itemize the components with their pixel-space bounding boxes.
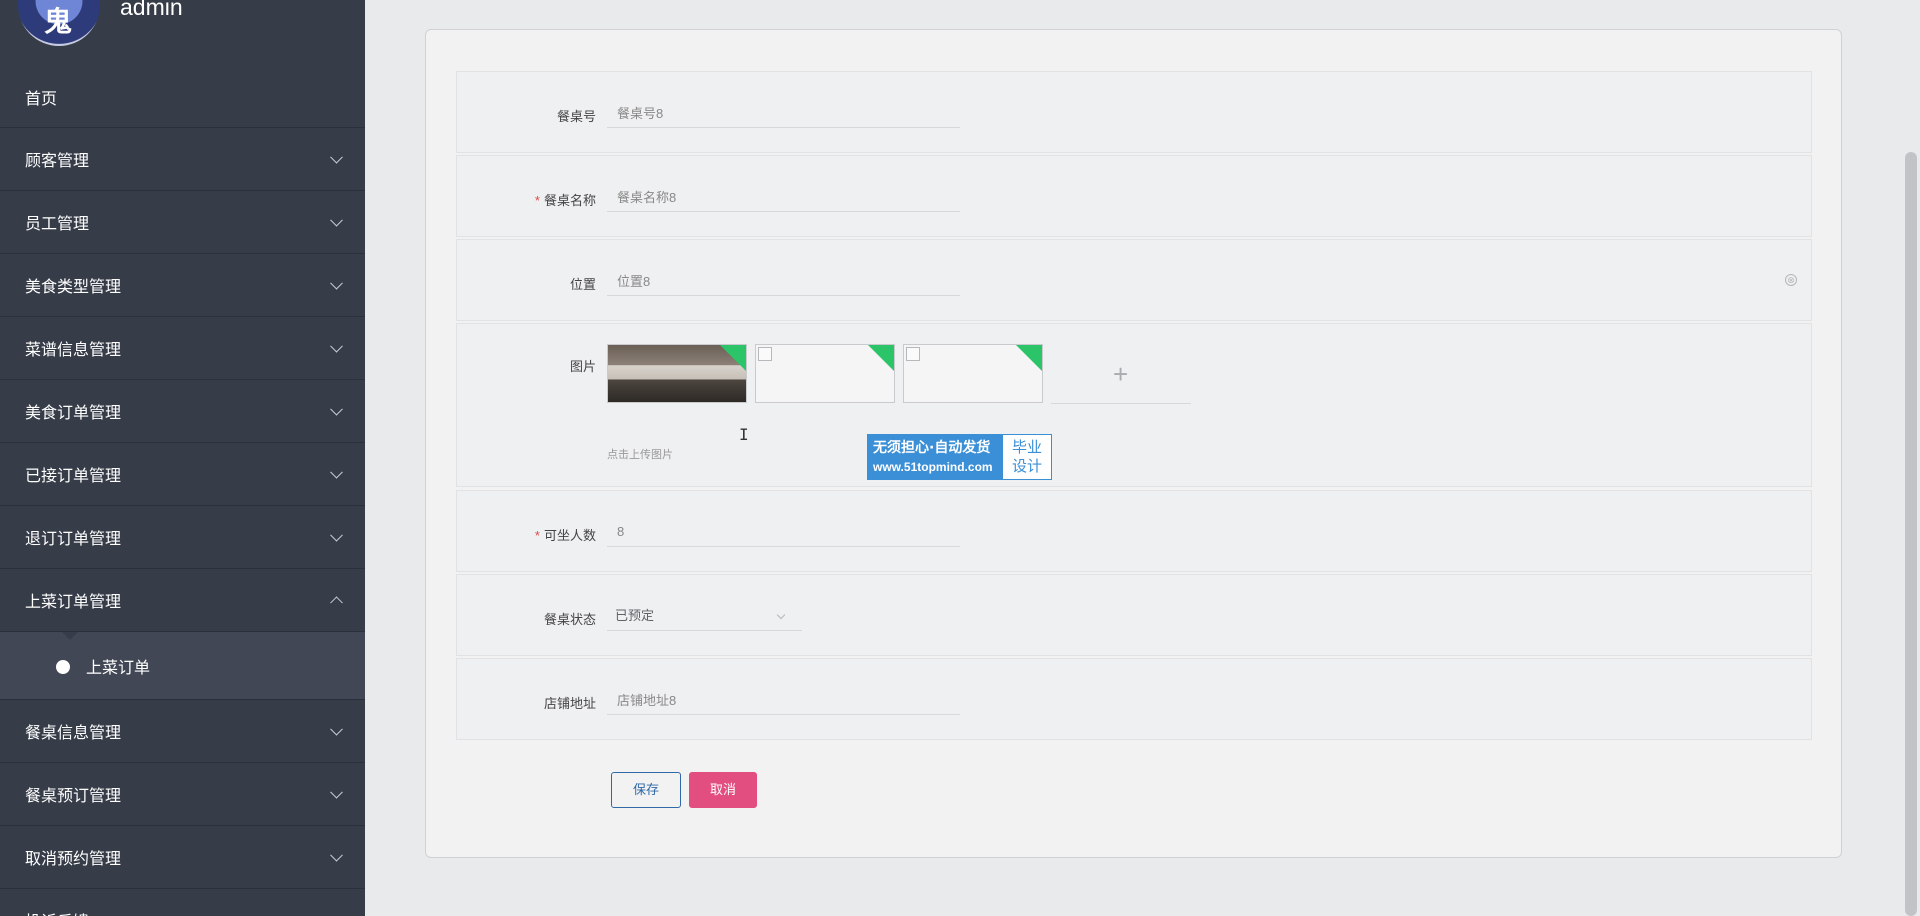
watermark-line1: 无须担心·自动发货	[873, 440, 991, 456]
watermark-right1: 毕业	[1011, 438, 1042, 456]
form-card: 餐桌号 *餐桌名称 位置 ⊗ 图片	[425, 29, 1842, 858]
sidebar-item-cancelled-orders[interactable]: 退订订单管理	[0, 506, 365, 569]
sidebar-item-label: 投诉反馈	[25, 908, 89, 916]
field-label: 餐桌状态	[543, 612, 596, 627]
seats-input[interactable]	[607, 517, 960, 547]
field-label: 店铺地址	[543, 696, 596, 711]
main-content: 餐桌号 *餐桌名称 位置 ⊗ 图片	[365, 0, 1920, 916]
chevron-down-icon	[330, 848, 343, 862]
status-select-value: 已预定	[615, 608, 655, 623]
sidebar-item-customers[interactable]: 顾客管理	[0, 128, 365, 191]
address-input[interactable]	[607, 685, 960, 715]
corner-badge-icon	[868, 345, 894, 371]
watermark-line2: www.51topmind.com	[873, 460, 993, 474]
chevron-down-icon	[776, 610, 786, 620]
user-profile: 鬼 admin	[0, 0, 365, 60]
sidebar-item-food-types[interactable]: 美食类型管理	[0, 254, 365, 317]
chevron-down-icon	[330, 911, 343, 916]
field-label-text: 可坐人数	[543, 528, 596, 543]
chevron-down-icon	[330, 785, 343, 799]
position-input[interactable]	[607, 266, 960, 296]
dot-icon	[56, 660, 70, 674]
plus-icon: +	[1113, 359, 1129, 389]
table-no-input[interactable]	[607, 98, 960, 128]
sidebar-item-label: 退订订单管理	[25, 531, 122, 548]
chevron-down-icon	[330, 150, 343, 164]
chevron-down-icon	[330, 465, 343, 479]
watermark-left: 无须担心·自动发货 www.51topmind.com	[868, 435, 1003, 479]
scrollbar[interactable]	[1902, 0, 1920, 916]
form-row-position: 位置 ⊗	[456, 239, 1812, 321]
sidebar-item-label: 餐桌信息管理	[25, 725, 122, 742]
sidebar-item-label: 菜谱信息管理	[25, 342, 122, 359]
required-mark: *	[534, 528, 540, 543]
upload-add-button[interactable]: +	[1051, 344, 1191, 404]
field-label-text: 餐桌名称	[543, 193, 596, 208]
image-thumbnail[interactable]	[755, 344, 895, 403]
table-name-input[interactable]	[607, 182, 960, 212]
caret-icon	[62, 632, 78, 640]
username: admin	[120, 0, 183, 20]
watermark-banner: 无须担心·自动发货 www.51topmind.com 毕业 设计	[867, 434, 1052, 480]
form-row-status: 餐桌状态 已预定	[456, 574, 1812, 656]
sidebar-item-label: 已接订单管理	[25, 468, 122, 485]
sidebar-item-label: 美食订单管理	[25, 405, 122, 422]
submenu-item-served-orders[interactable]: 上菜订单	[0, 632, 365, 700]
image-thumbnail[interactable]	[903, 344, 1043, 403]
sidebar-item-recipes[interactable]: 菜谱信息管理	[0, 317, 365, 380]
broken-image-icon	[906, 347, 920, 361]
chevron-down-icon	[330, 402, 343, 416]
sidebar-item-staff[interactable]: 员工管理	[0, 191, 365, 254]
required-mark: *	[534, 193, 540, 208]
status-select[interactable]: 已预定	[607, 601, 802, 631]
watermark-right: 毕业 设计	[1003, 435, 1051, 479]
field-label: * 餐桌名称	[535, 190, 596, 209]
chevron-down-icon	[330, 276, 343, 290]
submenu-item-label: 上菜订单	[86, 659, 151, 677]
sidebar-item-home[interactable]: 首页	[0, 66, 365, 128]
image-thumbnail[interactable]	[607, 344, 747, 403]
save-button[interactable]: 保存	[611, 772, 681, 808]
scrollbar-thumb[interactable]	[1905, 152, 1917, 916]
avatar-glyph: 鬼	[44, 6, 73, 37]
field-label: 图片	[569, 359, 596, 374]
form-row-table-name: * 餐桌名称	[456, 155, 1812, 237]
sidebar-item-food-orders[interactable]: 美食订单管理	[0, 380, 365, 443]
sidebar-item-cancel-booking[interactable]: 取消预约管理	[0, 826, 365, 889]
field-label: 位置	[569, 277, 596, 292]
chevron-down-icon	[330, 339, 343, 353]
sidebar: 鬼 admin 首页 顾客管理 员工管理 美食类型管理 菜谱信息管理 美食订单管…	[0, 0, 365, 916]
field-label: 餐桌号	[556, 109, 596, 124]
sidebar-item-accepted-orders[interactable]: 已接订单管理	[0, 443, 365, 506]
field-label: * 可坐人数	[535, 525, 596, 544]
watermark-right2: 设计	[1011, 457, 1042, 475]
sidebar-item-complaints[interactable]: 投诉反馈	[0, 889, 365, 916]
sidebar-item-label: 首页	[25, 90, 58, 108]
sidebar-item-served-orders[interactable]: 上菜订单管理	[0, 569, 365, 632]
sidebar-item-label: 顾客管理	[25, 153, 90, 170]
sidebar-item-label: 餐桌预订管理	[25, 788, 122, 805]
sidebar-item-table-booking[interactable]: 餐桌预订管理	[0, 763, 365, 826]
text-cursor-icon: I	[739, 425, 749, 444]
sidebar-item-table-info[interactable]: 餐桌信息管理	[0, 700, 365, 763]
corner-badge-icon	[720, 345, 746, 371]
form-row-seats: * 可坐人数	[456, 490, 1812, 572]
sidebar-item-label: 取消预约管理	[25, 851, 122, 868]
corner-badge-icon	[1016, 345, 1042, 371]
form-row-table-no: 餐桌号	[456, 71, 1812, 153]
broken-image-icon	[758, 347, 772, 361]
clear-icon[interactable]: ⊗	[1785, 274, 1797, 286]
sidebar-item-label: 美食类型管理	[25, 279, 122, 296]
form-row-image: 图片 + 点击上传图片	[456, 323, 1812, 487]
sidebar-menu: 首页 顾客管理 员工管理 美食类型管理 菜谱信息管理 美食订单管理 已接订单管理…	[0, 66, 365, 916]
sidebar-item-label: 员工管理	[25, 216, 90, 233]
chevron-up-icon	[330, 596, 343, 610]
sidebar-item-label: 上菜订单管理	[25, 594, 122, 611]
chevron-down-icon	[330, 722, 343, 736]
cancel-button[interactable]: 取消	[689, 772, 757, 808]
chevron-down-icon	[330, 213, 343, 227]
upload-hint: 点击上传图片	[607, 449, 673, 461]
form-row-address: 店铺地址	[456, 658, 1812, 740]
chevron-down-icon	[330, 528, 343, 542]
